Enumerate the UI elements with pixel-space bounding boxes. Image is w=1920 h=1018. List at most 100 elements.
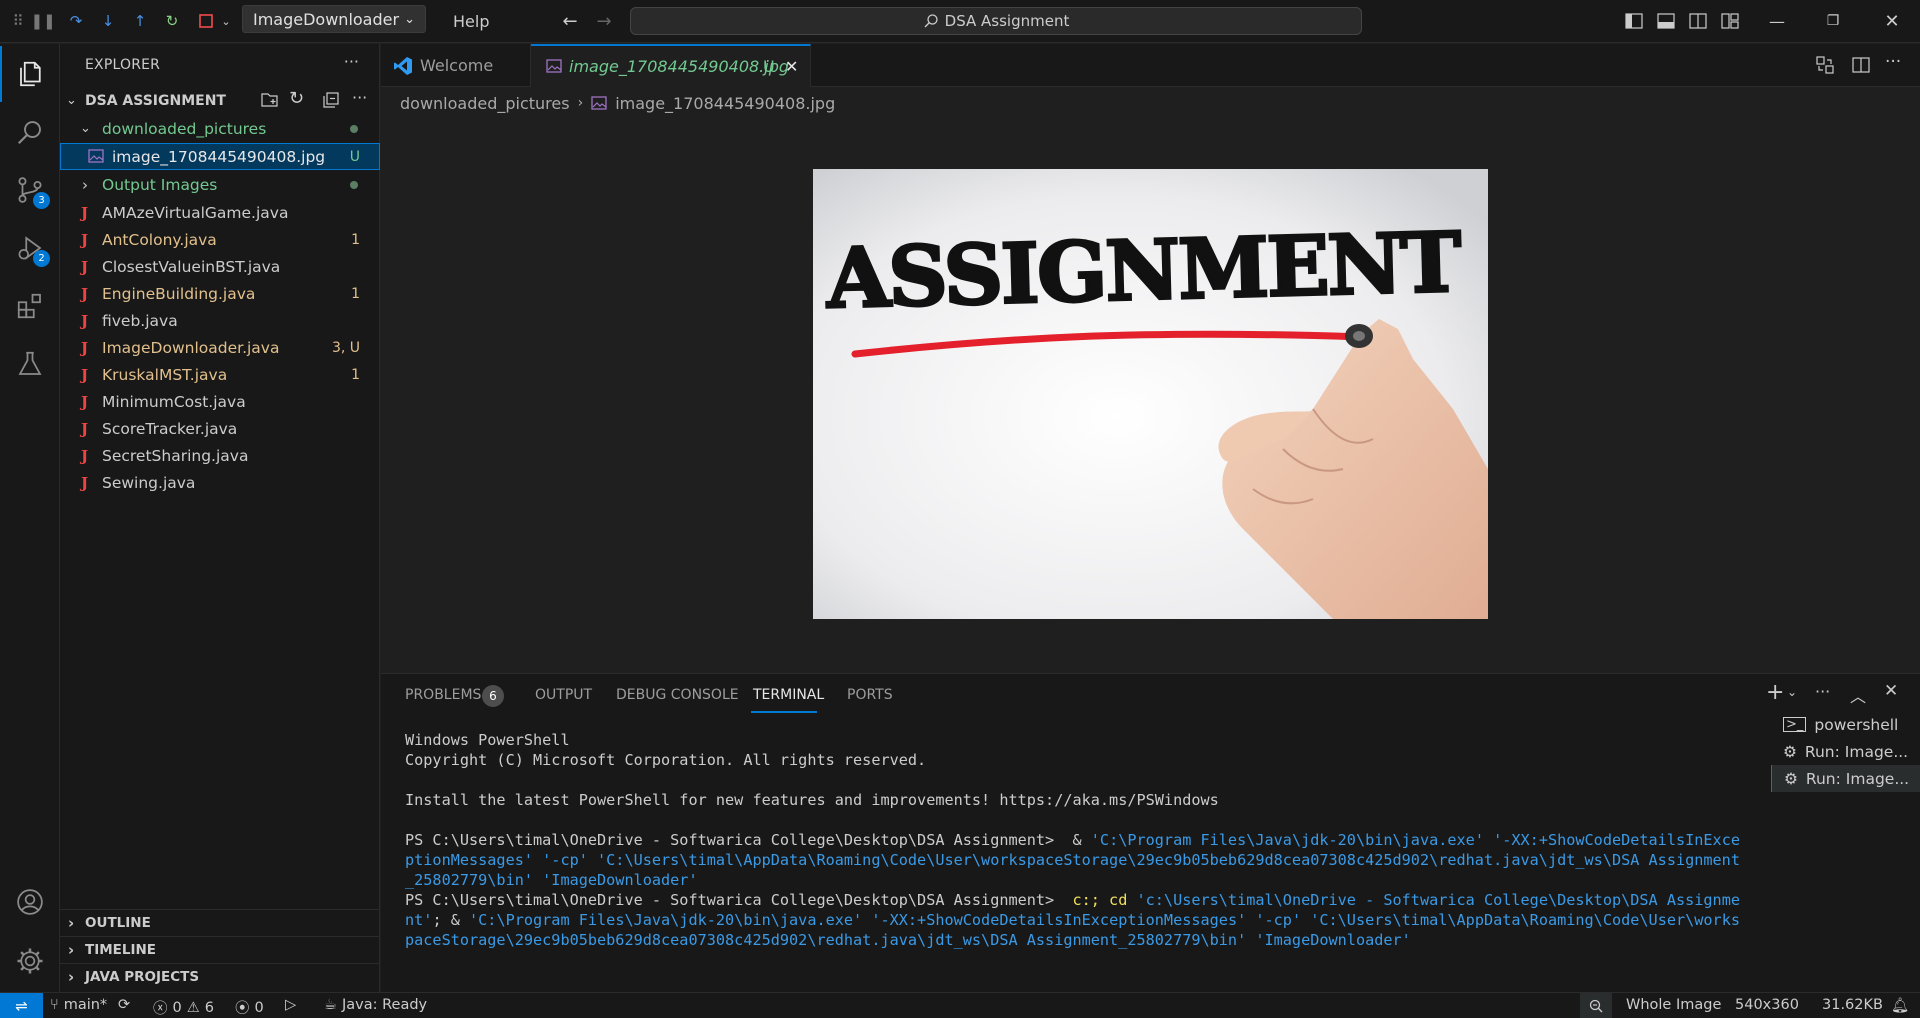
git-branch[interactable]: ⑂ main* — [50, 997, 107, 1013]
file-item[interactable]: J ImageDownloader.java 3, U — [60, 334, 380, 361]
refresh-icon[interactable]: ↻ — [289, 88, 304, 109]
section-timeline[interactable]: › TIMELINE — [60, 936, 380, 963]
testing-flask-icon[interactable] — [0, 336, 60, 392]
file-label: KruskalMST.java — [102, 365, 228, 384]
restart-icon[interactable]: ↻ — [160, 9, 184, 33]
file-item[interactable]: J AMAzeVirtualGame.java — [60, 199, 380, 226]
breadcrumb: downloaded_pictures › image_170844549040… — [400, 92, 835, 114]
debug-config-select[interactable]: ImageDownloader ⌄ — [242, 5, 426, 33]
settings-gear-icon[interactable] — [0, 933, 60, 989]
editor-more-icon[interactable]: ··· — [1885, 52, 1901, 72]
problem-count: 3, U — [331, 339, 360, 356]
breadcrumb-file[interactable]: image_1708445490408.jpg — [615, 94, 835, 113]
terminal-line: Install the latest PowerShell for new fe… — [405, 791, 1219, 809]
file-item[interactable]: J Sewing.java — [60, 469, 380, 496]
file-item[interactable]: J AntColony.java 1 — [60, 226, 380, 253]
command-center-search[interactable]: DSA Assignment — [630, 7, 1362, 35]
terminal-instance-run-1[interactable]: ⚙ Run: Image... — [1771, 738, 1920, 765]
zoom-mode[interactable]: Whole Image — [1626, 997, 1721, 1013]
file-selected-image[interactable]: image_1708445490408.jpg U — [60, 143, 380, 170]
terminal-instance-powershell[interactable]: >_ powershell — [1771, 711, 1920, 738]
step-into-icon[interactable]: ↓ — [96, 9, 120, 33]
forward-arrow-icon[interactable]: → — [592, 9, 616, 33]
close-window-icon[interactable]: ✕ — [1878, 8, 1906, 34]
file-item[interactable]: J ScoreTracker.java — [60, 415, 380, 442]
chevron-right-icon: › — [68, 968, 75, 986]
notifications-bell-icon[interactable]: 🔔︎ — [1891, 997, 1909, 1014]
chevron-down-icon: ⌄ — [66, 93, 77, 108]
problems-count-badge: 6 — [482, 685, 504, 707]
debug-launch-icon[interactable]: ▷ — [285, 997, 296, 1013]
sync-icon[interactable]: ⟳ — [118, 997, 130, 1013]
section-java-projects[interactable]: › JAVA PROJECTS — [60, 963, 380, 990]
collapse-all-icon[interactable] — [322, 91, 340, 113]
run-debug-icon[interactable]: 2 — [0, 220, 60, 276]
folder-downloaded-pictures[interactable]: ⌄ downloaded_pictures — [60, 115, 380, 142]
file-item[interactable]: J MinimumCost.java — [60, 388, 380, 415]
folder-label: downloaded_pictures — [102, 119, 267, 138]
tab-ports[interactable]: PORTS — [847, 687, 893, 703]
tab-image[interactable]: image_1708445490408.jpg U ✕ — [531, 44, 811, 87]
toggle-secondary-sidebar-icon[interactable] — [1684, 8, 1712, 34]
accounts-icon[interactable] — [0, 874, 60, 930]
restore-icon[interactable]: ❐ — [1819, 8, 1847, 34]
file-item[interactable]: J KruskalMST.java 1 — [60, 361, 380, 388]
help-menu[interactable]: Help — [453, 12, 489, 31]
step-over-icon[interactable]: ↷ — [64, 9, 88, 33]
tab-output[interactable]: OUTPUT — [535, 687, 592, 703]
java-status[interactable]: ☕ Java: Ready — [324, 997, 427, 1013]
workspace-more-icon[interactable]: ··· — [352, 88, 367, 107]
close-panel-icon[interactable]: ✕ — [1884, 681, 1898, 701]
more-actions-icon[interactable]: ··· — [344, 52, 359, 71]
file-item[interactable]: J ClosestValueinBST.java — [60, 253, 380, 280]
explorer-icon[interactable] — [0, 46, 60, 102]
drag-handle-icon[interactable]: ⠿ — [6, 9, 30, 33]
step-out-icon[interactable]: ↑ — [128, 9, 152, 33]
minimize-icon[interactable]: — — [1763, 8, 1791, 34]
toggle-panel-icon[interactable] — [1652, 8, 1680, 34]
panel-more-icon[interactable]: ··· — [1815, 682, 1830, 701]
extensions-icon[interactable] — [0, 278, 60, 334]
split-editor-icon[interactable] — [1851, 55, 1871, 79]
toggle-primary-sidebar-icon[interactable] — [1620, 8, 1648, 34]
file-item[interactable]: J EngineBuilding.java 1 — [60, 280, 380, 307]
new-terminal-icon[interactable]: + — [1766, 680, 1784, 705]
file-item[interactable]: Jfiveb.java — [60, 307, 380, 334]
tab-label: Welcome — [420, 56, 494, 75]
terminal-instance-label: powershell — [1814, 715, 1899, 734]
tab-git-status: U — [763, 57, 775, 76]
source-control-icon[interactable]: 3 — [0, 162, 60, 218]
section-outline[interactable]: › OUTLINE — [60, 909, 380, 936]
chevron-right-icon: › — [82, 175, 88, 194]
file-item[interactable]: J SecretSharing.java — [60, 442, 380, 469]
back-arrow-icon[interactable]: ← — [558, 9, 582, 33]
customize-layout-icon[interactable] — [1716, 8, 1744, 34]
remote-indicator[interactable]: ⇌ — [0, 993, 43, 1018]
zoom-icon[interactable] — [1580, 993, 1612, 1018]
workspace-header[interactable]: ⌄ DSA ASSIGNMENT ↻ ··· — [60, 87, 380, 114]
file-label: AMAzeVirtualGame.java — [102, 203, 289, 222]
tab-debug-console[interactable]: DEBUG CONSOLE — [616, 687, 739, 703]
java-file-icon: J — [81, 284, 89, 303]
problems-indicator[interactable]: ⓧ 0 ⚠ 6 — [153, 997, 214, 1018]
terminal-output[interactable]: Windows PowerShell Copyright (C) Microsof… — [405, 730, 1743, 950]
folder-output-images[interactable]: › Output Images — [60, 171, 380, 198]
tab-problems[interactable]: PROBLEMS — [405, 687, 481, 703]
java-file-icon: J — [81, 473, 89, 492]
breadcrumb-folder[interactable]: downloaded_pictures — [400, 94, 570, 113]
tab-terminal[interactable]: TERMINAL — [753, 687, 824, 703]
search-icon[interactable] — [0, 104, 60, 160]
terminal-dropdown-chevron-icon[interactable]: ⌄ — [1787, 685, 1797, 699]
terminal-instance-run-2[interactable]: ⚙ Run: Image... — [1771, 765, 1920, 792]
ports-indicator[interactable]: ⦿ 0 — [235, 997, 264, 1018]
java-file-icon: J — [81, 419, 89, 438]
terminal-operator: & — [1063, 831, 1091, 849]
open-changes-icon[interactable] — [1815, 55, 1835, 79]
maximize-panel-icon[interactable]: ︿ — [1850, 683, 1866, 707]
pause-icon[interactable]: ❚❚ — [30, 9, 55, 33]
new-file-icon[interactable] — [260, 91, 280, 113]
close-tab-icon[interactable]: ✕ — [785, 57, 798, 76]
stop-dropdown-chevron-icon[interactable]: ⌄ — [214, 9, 238, 33]
tab-welcome[interactable]: Welcome — [381, 44, 531, 87]
debug-bug-icon: ⚙ — [1783, 742, 1797, 761]
